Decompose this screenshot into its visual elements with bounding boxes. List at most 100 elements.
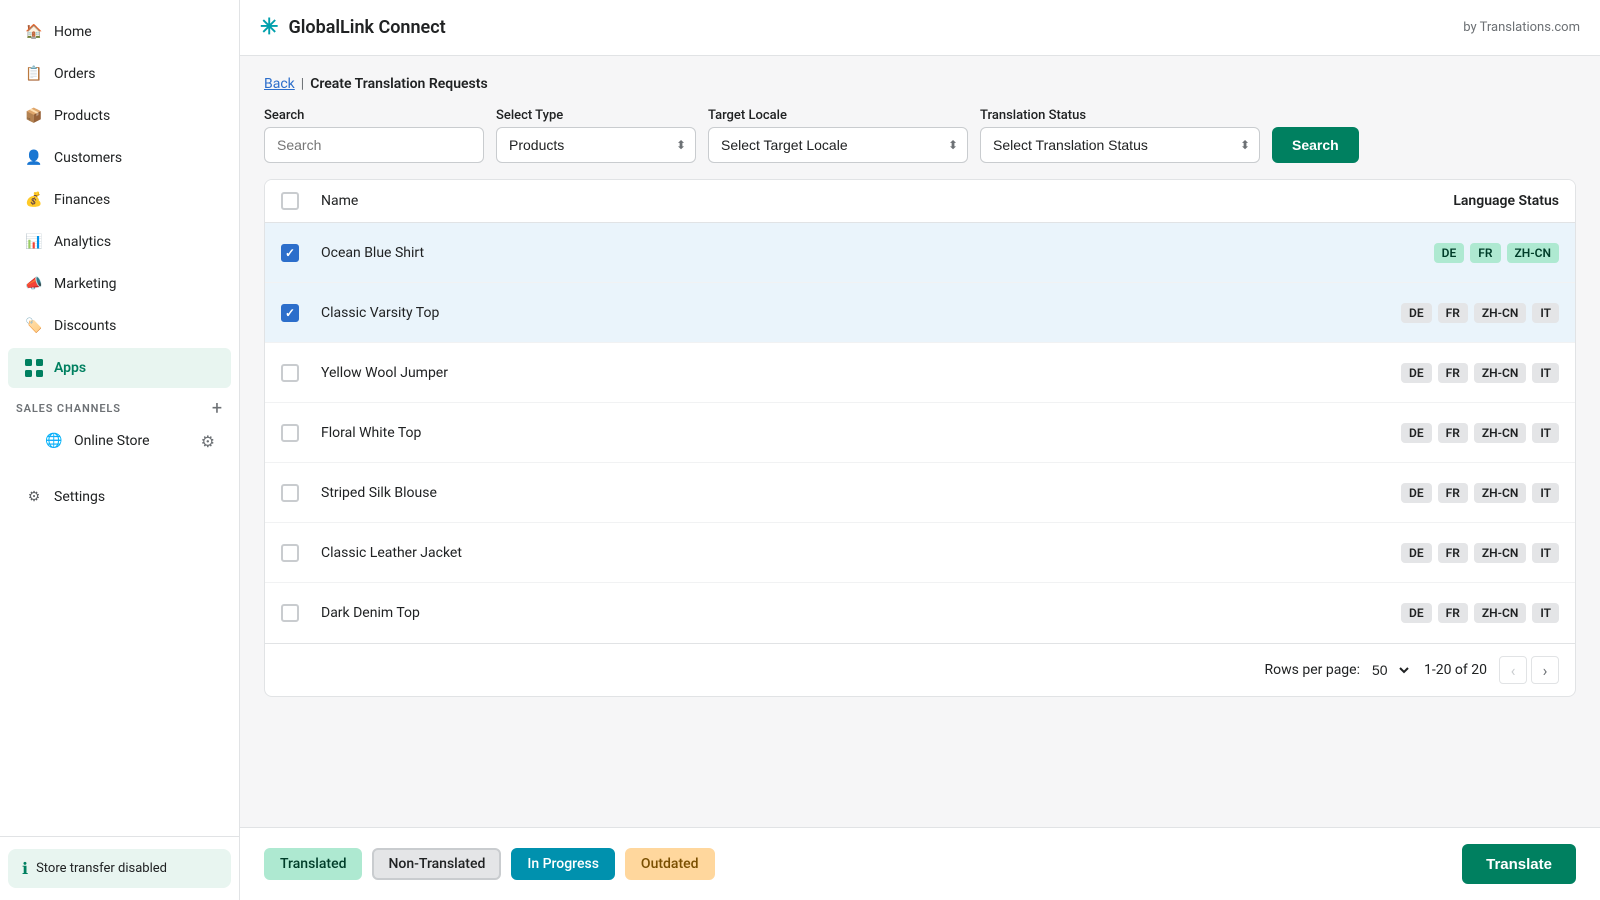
language-status: DEFRZH-CNIT	[1401, 363, 1559, 383]
table-row: Yellow Wool JumperDEFRZH-CNIT	[265, 343, 1575, 403]
type-label: Select Type	[496, 108, 696, 123]
table-row: Ocean Blue ShirtDEFRZH-CN	[265, 223, 1575, 283]
lang-badge: DE	[1401, 423, 1432, 443]
product-name: Dark Denim Top	[321, 605, 1401, 621]
type-select[interactable]: Products Collections Pages Blogs Navigat…	[496, 127, 696, 163]
sidebar-item-customers[interactable]: 👤 Customers	[8, 138, 231, 178]
row-checkbox[interactable]	[281, 364, 299, 382]
lang-badge: DE	[1401, 363, 1432, 383]
table-row: Floral White TopDEFRZH-CNIT	[265, 403, 1575, 463]
language-status: DEFRZH-CNIT	[1401, 423, 1559, 443]
rows-per-page-select[interactable]: 50 100 250	[1368, 661, 1412, 679]
lang-badge: DE	[1401, 303, 1432, 323]
products-icon: 📦	[24, 106, 44, 126]
lang-badge: FR	[1438, 603, 1468, 623]
lang-badge: FR	[1438, 483, 1468, 503]
search-button[interactable]: Search	[1272, 127, 1359, 163]
add-sales-channel-button[interactable]: +	[212, 398, 223, 419]
topbar: ✳ GlobalLink Connect by Translations.com	[240, 0, 1600, 56]
pagination-info: 1-20 of 20	[1424, 662, 1487, 678]
row-checkbox[interactable]	[281, 484, 299, 502]
product-name: Floral White Top	[321, 425, 1401, 441]
prev-page-button[interactable]: ‹	[1499, 656, 1527, 684]
customers-icon: 👤	[24, 148, 44, 168]
translate-button[interactable]: Translate	[1462, 844, 1576, 884]
back-link[interactable]: Back	[264, 76, 295, 92]
row-checkbox[interactable]	[281, 244, 299, 262]
pagination-nav: ‹ ›	[1499, 656, 1559, 684]
discounts-icon: 🏷️	[24, 316, 44, 336]
sidebar-item-marketing[interactable]: 📣 Marketing	[8, 264, 231, 304]
table-row: Classic Leather JacketDEFRZH-CNIT	[265, 523, 1575, 583]
locale-select[interactable]: Select Target Locale German (DE) French …	[708, 127, 968, 163]
table-row: Classic Varsity TopDEFRZH-CNIT	[265, 283, 1575, 343]
sidebar-item-online-store[interactable]: 🌐 Online Store ⚙	[8, 423, 231, 459]
rows-per-page-label: Rows per page:	[1265, 662, 1360, 678]
row-checkbox[interactable]	[281, 424, 299, 442]
name-column-header: Name	[321, 193, 1453, 209]
row-checkbox[interactable]	[281, 544, 299, 562]
status-label: Translation Status	[980, 108, 1260, 123]
sidebar-item-label: Analytics	[54, 234, 111, 250]
lang-badge: IT	[1532, 483, 1559, 503]
bottom-bar: Translated Non-Translated In Progress Ou…	[240, 827, 1600, 900]
sidebar-item-label: Customers	[54, 150, 122, 166]
lang-badge: IT	[1532, 603, 1559, 623]
lang-badge: IT	[1532, 423, 1559, 443]
sales-channels-label: SALES CHANNELS	[16, 402, 121, 415]
filter-row: Search Select Type Products Collections …	[264, 108, 1576, 163]
search-group: Search	[264, 108, 484, 163]
language-status: DEFRZH-CNIT	[1401, 303, 1559, 323]
sidebar-item-products[interactable]: 📦 Products	[8, 96, 231, 136]
legend-outdated: Outdated	[625, 848, 715, 880]
status-select[interactable]: Select Translation Status Translated Non…	[980, 127, 1260, 163]
lang-badge: ZH-CN	[1507, 243, 1560, 263]
finances-icon: 💰	[24, 190, 44, 210]
sidebar-item-label: Apps	[54, 360, 86, 376]
orders-icon: 📋	[24, 64, 44, 84]
sidebar-item-analytics[interactable]: 📊 Analytics	[8, 222, 231, 262]
lang-badge: DE	[1434, 243, 1465, 263]
locale-group: Target Locale Select Target Locale Germa…	[708, 108, 968, 163]
settings-gear-icon[interactable]: ⚙	[201, 432, 215, 451]
lang-badge: DE	[1401, 543, 1432, 563]
row-checkbox[interactable]	[281, 604, 299, 622]
rows-per-page: Rows per page: 50 100 250	[1265, 661, 1412, 679]
lang-badge: FR	[1438, 363, 1468, 383]
sidebar-item-finances[interactable]: 💰 Finances	[8, 180, 231, 220]
row-checkbox[interactable]	[281, 304, 299, 322]
lang-badge: IT	[1532, 543, 1559, 563]
lang-badge: ZH-CN	[1474, 543, 1527, 563]
table-footer: Rows per page: 50 100 250 1-20 of 20 ‹ ›	[265, 643, 1575, 696]
sidebar-item-settings[interactable]: ⚙ Settings	[8, 477, 231, 517]
search-input-wrap	[264, 127, 484, 163]
search-input[interactable]	[264, 127, 484, 163]
language-status: DEFRZH-CN	[1434, 243, 1559, 263]
apps-icon	[24, 358, 44, 378]
page-title: Create Translation Requests	[310, 76, 487, 92]
status-group: Translation Status Select Translation St…	[980, 108, 1260, 163]
header-check-col	[281, 192, 321, 210]
sidebar-item-discounts[interactable]: 🏷️ Discounts	[8, 306, 231, 346]
topbar-credit: by Translations.com	[1463, 20, 1580, 35]
legend-in-progress: In Progress	[511, 848, 615, 880]
sidebar-nav: 🏠 Home 📋 Orders 📦 Products 👤 Customers 💰…	[0, 0, 239, 836]
sidebar-item-label: Home	[54, 24, 92, 40]
legend-non-translated: Non-Translated	[372, 848, 501, 880]
language-status: DEFRZH-CNIT	[1401, 603, 1559, 623]
sidebar-item-apps[interactable]: Apps	[8, 348, 231, 388]
lang-badge: ZH-CN	[1474, 423, 1527, 443]
next-page-button[interactable]: ›	[1531, 656, 1559, 684]
online-store-icon: 🌐	[44, 431, 64, 451]
lang-badge: FR	[1438, 543, 1468, 563]
table-header: Name Language Status	[265, 180, 1575, 223]
product-name: Ocean Blue Shirt	[321, 245, 1434, 261]
main-content: ✳ GlobalLink Connect by Translations.com…	[240, 0, 1600, 900]
legend-translated: Translated	[264, 848, 362, 880]
select-all-checkbox[interactable]	[281, 192, 299, 210]
sidebar-item-orders[interactable]: 📋 Orders	[8, 54, 231, 94]
settings-label: Settings	[54, 489, 105, 505]
lang-badge: ZH-CN	[1474, 303, 1527, 323]
sidebar-item-home[interactable]: 🏠 Home	[8, 12, 231, 52]
marketing-icon: 📣	[24, 274, 44, 294]
